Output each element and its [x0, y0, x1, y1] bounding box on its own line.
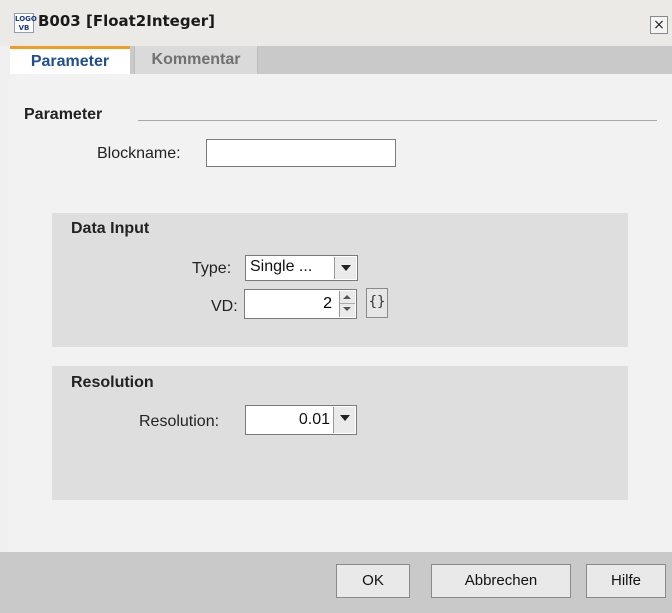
tab-parameter[interactable]: Parameter: [10, 46, 130, 74]
chevron-down-icon[interactable]: [333, 407, 355, 433]
resolution-value: 0.01: [298, 411, 330, 428]
vd-label: VD:: [211, 298, 238, 315]
spin-up-icon[interactable]: [340, 291, 355, 304]
ok-button[interactable]: OK: [336, 564, 410, 598]
logo-app-icon: LOGO VB: [14, 13, 37, 33]
vd-spin-buttons[interactable]: [339, 291, 355, 317]
close-icon[interactable]: ×: [650, 16, 668, 34]
vd-value: 2: [323, 295, 332, 312]
data-input-title: Data Input: [71, 220, 150, 237]
blockname-input[interactable]: [206, 139, 396, 167]
spin-down-icon[interactable]: [340, 304, 355, 317]
resolution-title: Resolution: [71, 374, 154, 391]
tab-bar: Parameter Kommentar: [10, 46, 672, 74]
title-bar[interactable]: LOGO VB B003 [Float2Integer] ×: [0, 0, 672, 46]
dialog-window: LOGO VB B003 [Float2Integer] × Parameter …: [0, 0, 672, 613]
window-title: B003 [Float2Integer]: [38, 12, 216, 30]
vd-stepper[interactable]: 2: [244, 289, 357, 319]
chevron-down-icon[interactable]: [334, 257, 356, 279]
parameter-section-title: Parameter: [24, 106, 103, 123]
type-dropdown[interactable]: Single ...: [245, 255, 358, 281]
type-value: Single ...: [250, 258, 313, 275]
blockname-label: Blockname:: [97, 145, 181, 162]
help-button[interactable]: Hilfe: [586, 564, 666, 598]
cancel-button[interactable]: Abbrechen: [431, 564, 571, 598]
resolution-label: Resolution:: [139, 413, 220, 430]
section-divider: [138, 120, 657, 121]
resolution-dropdown[interactable]: 0.01: [245, 405, 357, 435]
type-label: Type:: [192, 260, 232, 277]
bracket-reference-button[interactable]: {}: [366, 288, 388, 318]
tab-kommentar[interactable]: Kommentar: [134, 46, 258, 74]
